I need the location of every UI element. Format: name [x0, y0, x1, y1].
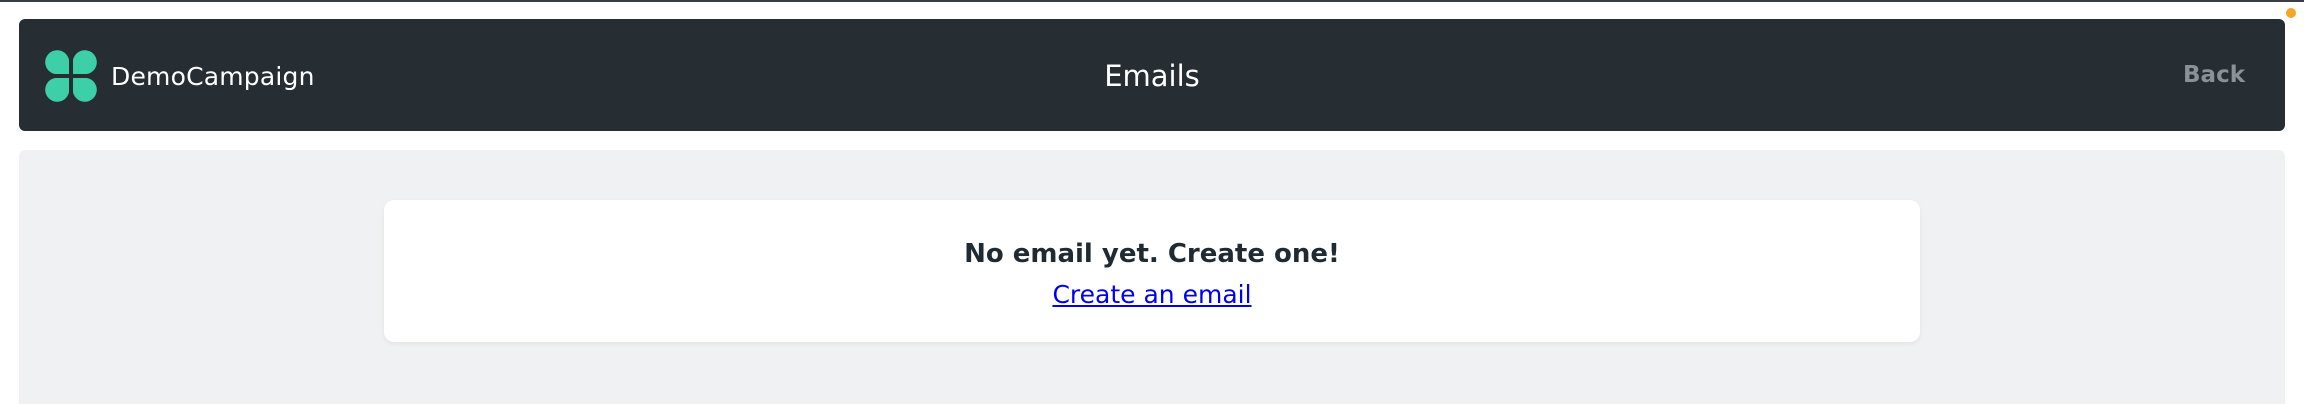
main-content: No email yet. Create one! Create an emai… [19, 150, 2285, 404]
create-email-link[interactable]: Create an email [1052, 279, 1251, 311]
empty-state-card: No email yet. Create one! Create an emai… [384, 200, 1920, 342]
top-border [0, 0, 2304, 2]
empty-state-message: No email yet. Create one! [964, 239, 1340, 269]
app-header: DemoCampaign Emails Back [19, 19, 2285, 131]
notification-dot [2286, 8, 2296, 18]
back-button[interactable]: Back [2183, 62, 2245, 88]
page-title: Emails [1104, 59, 1200, 93]
